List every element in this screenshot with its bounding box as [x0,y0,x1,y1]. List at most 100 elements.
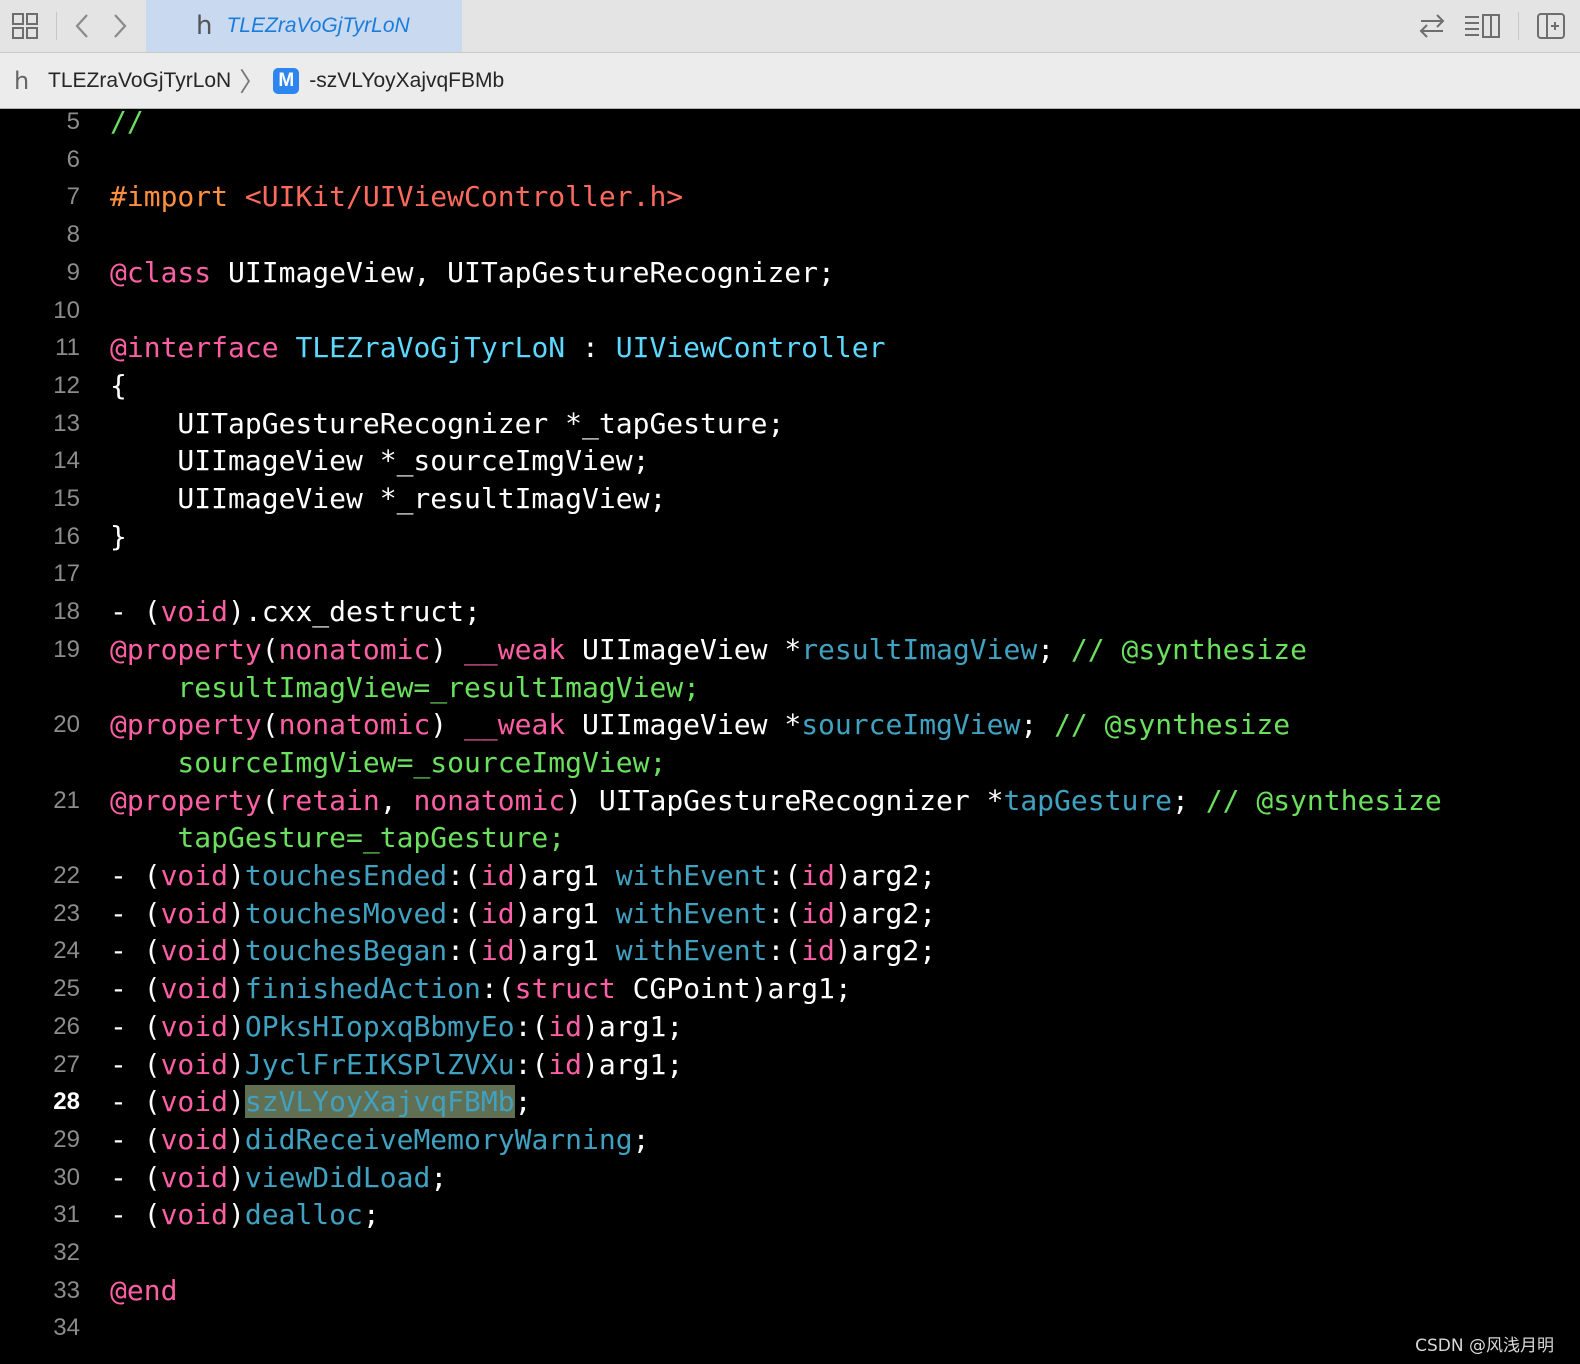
code-token: void [160,1085,229,1119]
code-line[interactable]: 16} [0,518,1580,556]
code-token: OPksHIopxqBbmyEo [244,1009,515,1043]
code-token: TLEZraVoGjTyrLoN [295,331,566,365]
code-line[interactable]: 10 [0,292,1580,330]
chevron-right-icon[interactable] [106,0,134,52]
code-token: viewDidLoad [244,1160,431,1194]
line-number: 26 [53,1012,80,1040]
code-token: // @synthesize [1070,632,1307,666]
swap-arrows-icon[interactable] [1414,0,1450,52]
code-token: @property [110,632,262,666]
code-text: sourceImgView=_sourceImgView; [110,744,666,782]
code-line[interactable]: 12 { [0,367,1580,405]
code-token: ) UITapGestureRecognizer * [565,783,1004,817]
method-icon: M [273,67,300,94]
code-line[interactable]: 28 - (void)szVLYoyXajvqFBMb; [0,1083,1580,1121]
code-line[interactable]: 22- (void)touchesEnded:(id)arg1 withEven… [0,857,1580,895]
code-line[interactable]: 24- (void)touchesBegan:(id)arg1 withEven… [0,932,1580,970]
code-text: @interface TLEZraVoGjTyrLoN : UIViewCont… [110,329,885,367]
code-line[interactable]: 31 - (void)dealloc; [0,1196,1580,1234]
code-line[interactable]: 26 - (void)OPksHIopxqBbmyEo:(id)arg1; [0,1008,1580,1046]
code-line[interactable]: 30 - (void)viewDidLoad; [0,1159,1580,1197]
code-token: withEvent [615,859,768,892]
code-line[interactable]: 34 [0,1309,1580,1347]
code-line[interactable]: 6 [0,141,1580,179]
code-token: resultImagView=_resultImagView; [110,670,701,704]
code-token: UITapGestureRecognizer *_tapGesture; [110,406,785,440]
code-token: @interface [110,331,279,365]
code-line[interactable]: 15 UIImageView *_resultImagView; [0,480,1580,518]
code-line[interactable]: 8 [0,216,1580,254]
code-line[interactable]: 19 @property(nonatomic) __weak UIImageVie… [0,631,1580,669]
code-token: id [548,1047,583,1081]
code-token: - ( [110,1122,161,1156]
code-text: - (void)finishedAction:(struct CGPoint)a… [110,970,852,1008]
code-token: id [480,859,515,892]
line-number: 13 [53,409,80,437]
code-token: ) [228,1047,245,1081]
code-line[interactable]: tapGesture=_tapGesture; [0,819,1580,857]
code-text: @property(nonatomic) __weak UIImageView … [110,706,1290,744]
line-number: 7 [66,183,80,211]
tab-file[interactable]: h TLEZraVoGjTyrLoN [146,0,462,52]
code-text: - (void)touchesEnded:(id)arg1 withEvent:… [110,857,936,895]
chevron-left-icon[interactable] [68,0,96,52]
code-token: )arg1; [582,1009,684,1043]
code-token: @class [110,255,212,289]
code-line[interactable]: 13 UITapGestureRecognizer *_tapGesture; [0,405,1580,443]
code-token: ; [1037,632,1071,666]
code-token: - ( [110,1009,161,1043]
code-line[interactable]: 5 // [0,109,1580,141]
code-token: - ( [110,859,161,892]
code-token: ) [228,1198,245,1232]
line-number: 24 [53,937,80,965]
code-line[interactable]: 20 @property(nonatomic) __weak UIImageVie… [0,706,1580,744]
code-token: @end [110,1273,178,1307]
code-line[interactable]: 25 - (void)finishedAction:(struct CGPoint… [0,970,1580,1008]
code-token: ).cxx_destruct; [228,595,481,629]
code-token: - ( [110,896,161,930]
line-number: 21 [53,786,80,814]
code-line[interactable]: 7 #import <UIKit/UIViewController.h> [0,178,1580,216]
code-line[interactable]: 9 @class UIImageView, UITapGestureRecogni… [0,254,1580,292]
breadcrumb-file[interactable]: TLEZraVoGjTyrLoN [48,69,231,93]
add-editor-icon[interactable] [1534,0,1568,52]
toolbar-divider [1518,12,1519,40]
code-text: - (void)dealloc; [110,1196,380,1234]
code-line[interactable]: sourceImgView=_sourceImgView; [0,744,1580,782]
code-text: tapGesture=_tapGesture; [110,819,565,857]
code-line[interactable]: 29 - (void)didReceiveMemoryWarning; [0,1121,1580,1159]
code-token: finishedAction [244,972,481,1006]
code-line[interactable]: 11 @interface TLEZraVoGjTyrLoN : UIViewCo… [0,329,1580,367]
code-line[interactable]: 33 @end [0,1272,1580,1310]
code-line[interactable]: 23- (void)touchesMoved:(id)arg1 withEven… [0,895,1580,933]
code-line[interactable]: 18 - (void).cxx_destruct; [0,593,1580,631]
code-token: ; [632,1122,650,1156]
code-line[interactable]: 17 [0,555,1580,593]
breadcrumb-method[interactable]: -szVLYoyXajvqFBMb [309,69,504,93]
code-token: ; [514,1085,532,1119]
code-token: ) [228,1085,245,1119]
watermark: CSDN @风浅月明 [1415,1336,1554,1356]
editor-toolbar: h TLEZraVoGjTyrLoN [0,0,1580,53]
code-line[interactable]: resultImagView=_resultImagView; [0,669,1580,707]
code-token: ) [228,972,245,1006]
code-text: - (void).cxx_destruct; [110,593,481,631]
code-line[interactable]: 32 [0,1234,1580,1272]
code-token: ; [1020,708,1055,742]
code-editor[interactable]: 5 // 6 7 #import <UIKit/UIViewController.h> 8… [0,109,1580,1364]
code-line[interactable]: 27 - (void)JyclFrEIKSPlZVXu:(id)arg1; [0,1046,1580,1084]
code-token: id [548,1009,583,1043]
code-token: ( [261,708,279,742]
code-token: :( [514,1009,549,1043]
code-line[interactable]: 21 @property(retain, nonatomic) UITapGest… [0,782,1580,820]
code-line[interactable]: 14 UIImageView *_sourceImgView; [0,442,1580,480]
code-token: sourceImgView [801,708,1021,742]
code-token: ; [362,1198,380,1232]
code-token: touchesMoved [244,896,448,930]
grid-icon[interactable] [8,0,42,52]
code-token: , [379,783,414,817]
editor-layout-icon[interactable] [1462,0,1502,52]
code-token: resultImagView [801,632,1038,666]
code-token: - ( [110,1085,161,1119]
